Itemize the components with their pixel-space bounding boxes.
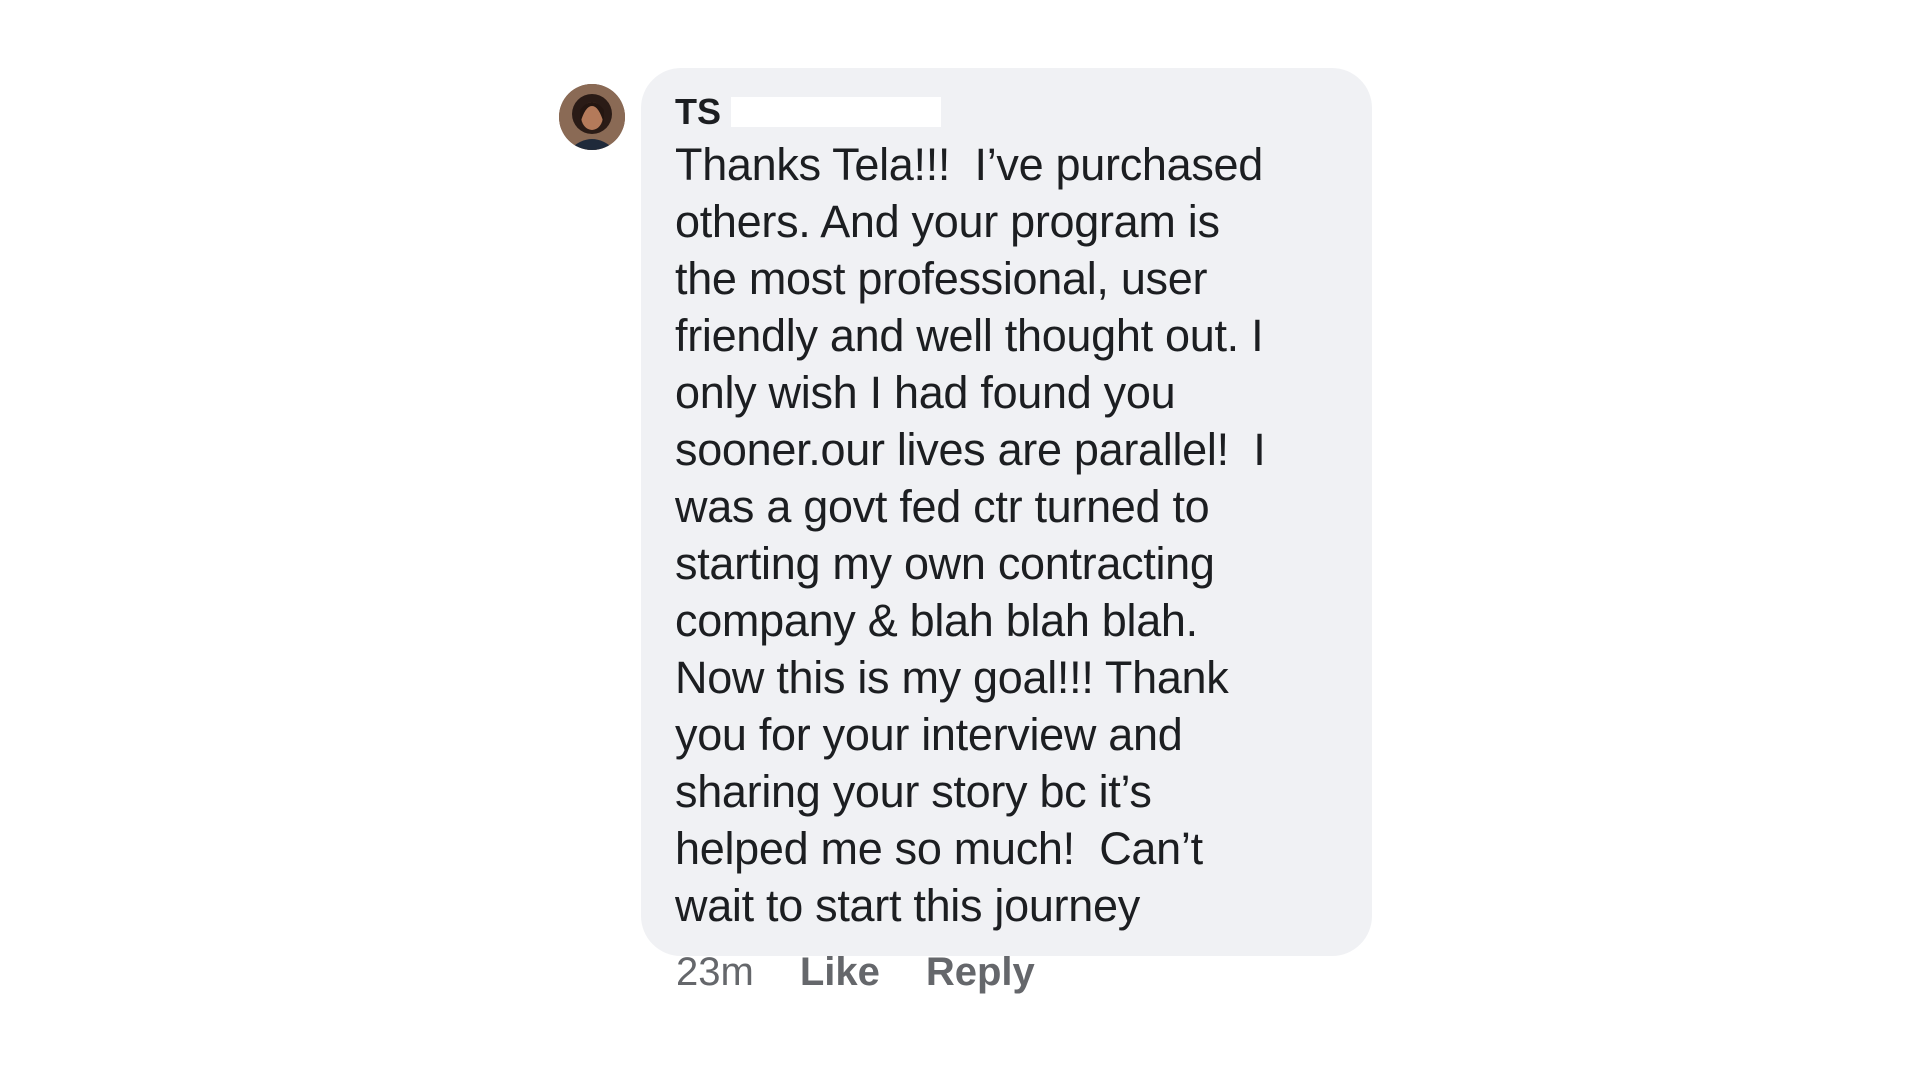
comment-text-line: you for your interview and: [675, 709, 1183, 760]
redacted-name-block: [731, 97, 942, 127]
comment-text: Thanks Tela!!! I’ve purchased others. An…: [675, 136, 1346, 934]
avatar-image: [559, 84, 625, 150]
comment-text-line: company & blah blah blah.: [675, 595, 1198, 646]
comment-text-line: Now this is my goal!!! Thank: [675, 652, 1229, 703]
comment-text-line: others. And your program is: [675, 196, 1220, 247]
comment-timestamp[interactable]: 23m: [676, 950, 754, 995]
author-name[interactable]: TS: [675, 88, 721, 136]
comment-actions: 23m Like Reply: [676, 950, 1081, 995]
comment-text-line: helped me so much! Can’t: [675, 823, 1203, 874]
comment-text-line: starting my own contracting: [675, 538, 1215, 589]
comment-text-line: only wish I had found you: [675, 367, 1176, 418]
comment-text-line: Thanks Tela!!! I’ve purchased: [675, 139, 1263, 190]
reply-button[interactable]: Reply: [926, 950, 1035, 995]
like-button[interactable]: Like: [800, 950, 880, 995]
avatar[interactable]: [559, 84, 625, 150]
comment-author[interactable]: TS: [675, 88, 1346, 136]
comment-bubble: TS Thanks Tela!!! I’ve purchased others.…: [641, 68, 1372, 956]
comment-text-line: friendly and well thought out. I: [675, 310, 1264, 361]
comment-text-line: sharing your story bc it’s: [675, 766, 1152, 817]
comment-text-line: sooner.our lives are parallel! I: [675, 424, 1266, 475]
comment-text-line: was a govt fed ctr turned to: [675, 481, 1210, 532]
comment-text-line: the most professional, user: [675, 253, 1208, 304]
comment-text-line: wait to start this journey: [675, 880, 1140, 931]
